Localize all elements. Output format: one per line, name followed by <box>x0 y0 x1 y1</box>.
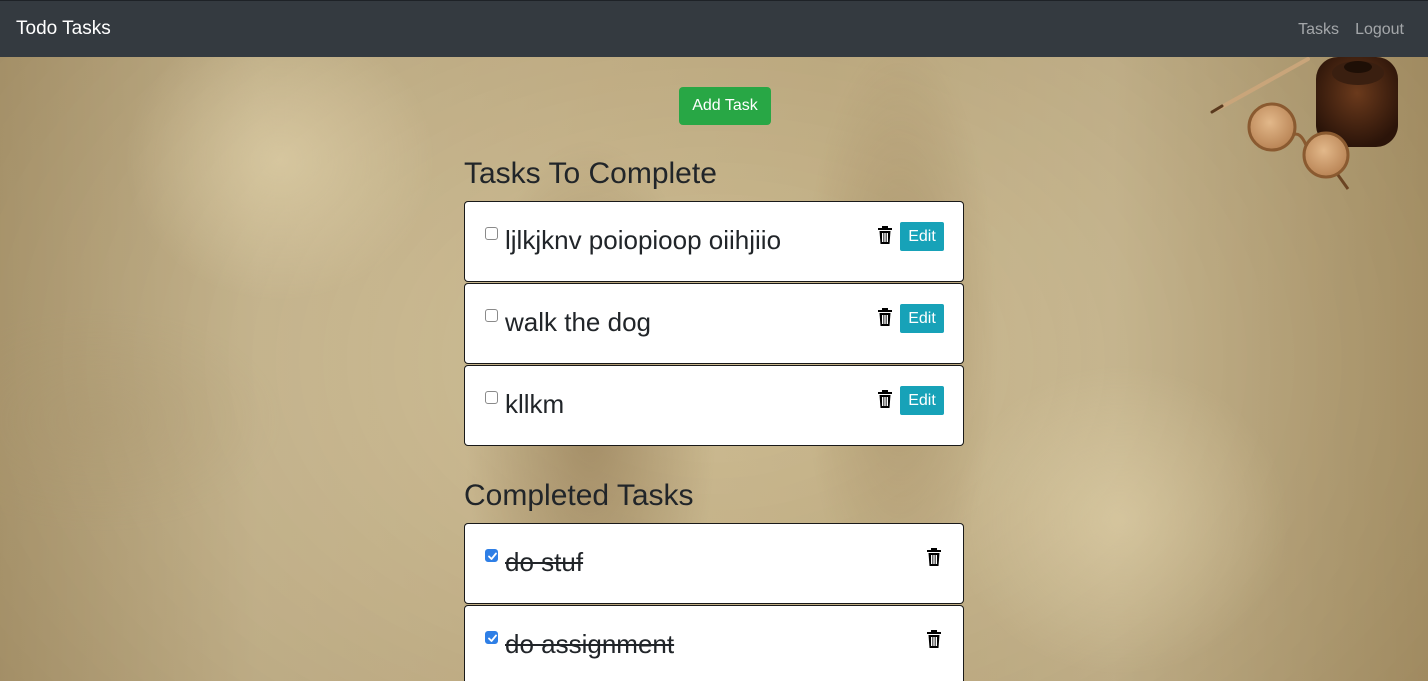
navbar: Todo Tasks Tasks Logout <box>0 0 1428 57</box>
completed-task-card: do assignment <box>464 605 964 681</box>
checkbox-icon[interactable] <box>485 309 498 322</box>
checkbox-checked-icon[interactable] <box>485 631 498 644</box>
checkbox-icon[interactable] <box>485 391 498 404</box>
task-text: do assignment <box>505 629 675 659</box>
add-task-button[interactable]: Add Task <box>679 87 771 125</box>
nav-link-logout[interactable]: Logout <box>1355 20 1404 40</box>
trash-icon[interactable] <box>877 226 893 244</box>
task-card: kllkm Edit <box>464 365 964 446</box>
trash-icon[interactable] <box>877 390 893 408</box>
edit-button[interactable]: Edit <box>900 304 944 333</box>
checkbox-checked-icon[interactable] <box>485 549 498 562</box>
task-card: ljlkjknv poiopioop oiihjiio Edit <box>464 201 964 282</box>
completed-task-card: do stuf <box>464 523 964 604</box>
task-card: walk the dog Edit <box>464 283 964 364</box>
edit-button[interactable]: Edit <box>900 386 944 415</box>
trash-icon[interactable] <box>926 548 942 566</box>
trash-icon[interactable] <box>926 630 942 648</box>
glasses-inkwell-decoration <box>1210 57 1398 190</box>
tasks-to-complete-heading: Tasks To Complete <box>464 157 717 190</box>
task-text: ljlkjknv poiopioop oiihjiio <box>505 225 782 255</box>
nav-links: Tasks Logout <box>1298 20 1404 40</box>
task-text: walk the dog <box>505 307 651 337</box>
task-text: do stuf <box>505 547 584 577</box>
completed-tasks-heading: Completed Tasks <box>464 479 694 512</box>
checkbox-icon[interactable] <box>485 227 498 240</box>
task-text: kllkm <box>505 389 565 419</box>
brand-link[interactable]: Todo Tasks <box>16 18 111 40</box>
trash-icon[interactable] <box>877 308 893 326</box>
edit-button[interactable]: Edit <box>900 222 944 251</box>
nav-link-tasks[interactable]: Tasks <box>1298 20 1339 40</box>
